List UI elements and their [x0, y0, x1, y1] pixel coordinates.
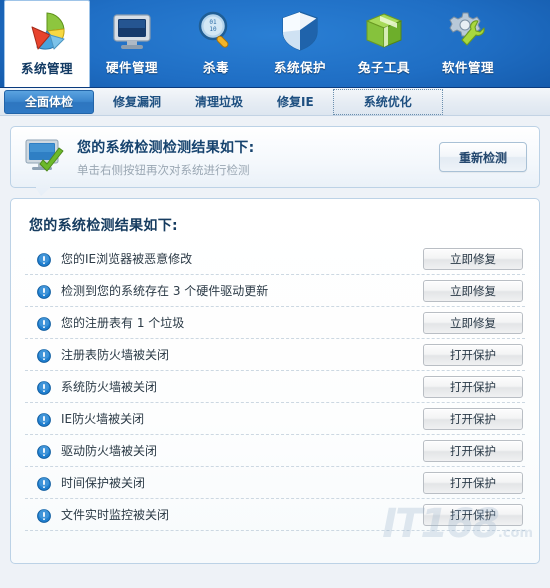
warning-info-icon — [37, 316, 51, 331]
result-row-text: 您的注册表有 1 个垃圾 — [61, 316, 185, 330]
result-row-action-button[interactable]: 立即修复 — [423, 311, 523, 334]
result-row-text: IE防火墙被关闭 — [61, 412, 145, 426]
toolbar-item-6[interactable]: 软件管理 — [426, 0, 510, 84]
green-box-icon — [361, 8, 407, 54]
svg-text:10: 10 — [209, 26, 217, 33]
monitor-check-icon — [23, 137, 67, 177]
gear-wrench-icon — [445, 8, 491, 54]
result-row-action-button[interactable]: 打开保护 — [423, 375, 523, 398]
toolbar-item-label: 系统管理 — [20, 61, 73, 76]
result-row-text: 文件实时监控被关闭 — [61, 508, 170, 522]
results-title: 您的系统检测结果如下: — [29, 218, 178, 234]
warning-info-icon — [37, 348, 51, 363]
toolbar-item-5[interactable]: 兔子工具 — [342, 0, 426, 84]
toolbar-item-label: 软件管理 — [441, 60, 494, 75]
warning-info-icon — [37, 284, 51, 299]
results-container: 您的系统检测结果如下: 您的IE浏览器被恶意修改 立即修复 检测到您的系统存在 3… — [0, 188, 550, 564]
toolbar-item-label: 系统保护 — [273, 60, 326, 75]
result-row: IE防火墙被关闭 打开保护 — [25, 403, 525, 435]
result-row-action-button[interactable]: 打开保护 — [423, 503, 523, 526]
svg-text:01: 01 — [209, 19, 217, 26]
result-row-text: 时间保护被关闭 — [61, 476, 146, 490]
result-row: 您的IE浏览器被恶意修改 立即修复 — [25, 243, 525, 275]
status-banner: 您的系统检测检测结果如下: 单击右侧按钮再次对系统进行检测 重新检测 — [10, 126, 540, 196]
banner-subtitle: 单击右侧按钮再次对系统进行检测 — [77, 162, 250, 177]
tab-2[interactable]: 修复漏洞 — [98, 91, 176, 113]
results-panel: 您的系统检测结果如下: 您的IE浏览器被恶意修改 立即修复 检测到您的系统存在 3… — [10, 198, 540, 564]
tab-1[interactable]: 全面体检 — [4, 89, 95, 114]
pie-chart-icon — [24, 9, 70, 55]
shield-icon — [277, 8, 323, 54]
result-row-text: 注册表防火墙被关闭 — [61, 348, 170, 362]
toolbar-item-list: 系统管理 硬件管理 01 10 杀毒 系统保护 兔子工具 软件管理 — [0, 0, 550, 88]
warning-info-icon — [37, 476, 51, 491]
result-row: 注册表防火墙被关闭 打开保护 — [25, 339, 525, 371]
result-row-action-button[interactable]: 打开保护 — [423, 471, 523, 494]
toolbar-item-label: 兔子工具 — [357, 60, 410, 75]
warning-info-icon — [37, 508, 51, 523]
main-toolbar: 系统管理 硬件管理 01 10 杀毒 系统保护 兔子工具 软件管理 — [0, 0, 550, 88]
toolbar-item-label: 硬件管理 — [105, 60, 158, 75]
magnifier-icon: 01 10 — [193, 8, 239, 54]
warning-info-icon — [37, 444, 51, 459]
toolbar-item-2[interactable]: 硬件管理 — [90, 0, 174, 84]
result-row-text: 系统防火墙被关闭 — [61, 380, 158, 394]
warning-info-icon — [37, 412, 51, 427]
result-row-text: 驱动防火墙被关闭 — [61, 444, 158, 458]
tab-4[interactable]: 修复IE — [262, 91, 329, 113]
monitor-icon — [109, 8, 155, 54]
result-row: 文件实时监控被关闭 打开保护 — [25, 499, 525, 531]
tab-5[interactable]: 系统优化 — [332, 88, 443, 115]
result-row: 系统防火墙被关闭 打开保护 — [25, 371, 525, 403]
result-row-text: 您的IE浏览器被恶意修改 — [61, 252, 193, 266]
toolbar-item-3[interactable]: 01 10 杀毒 — [174, 0, 258, 84]
tab-strip: 全面体检 修复漏洞 清理垃圾 修复IE 系统优化 — [0, 88, 550, 116]
tab-3[interactable]: 清理垃圾 — [180, 91, 258, 113]
toolbar-item-label: 杀毒 — [202, 60, 229, 75]
toolbar-item-4[interactable]: 系统保护 — [258, 0, 342, 84]
result-row-action-button[interactable]: 打开保护 — [423, 343, 523, 366]
result-row-action-button[interactable]: 打开保护 — [423, 407, 523, 430]
result-row: 驱动防火墙被关闭 打开保护 — [25, 435, 525, 467]
results-row-list: 您的IE浏览器被恶意修改 立即修复 检测到您的系统存在 3 个硬件驱动更新 立即修复… — [25, 243, 525, 531]
banner-text-block: 您的系统检测检测结果如下: 单击右侧按钮再次对系统进行检测 — [77, 137, 439, 178]
result-row: 检测到您的系统存在 3 个硬件驱动更新 立即修复 — [25, 275, 525, 307]
result-row-action-button[interactable]: 立即修复 — [423, 279, 523, 302]
banner-title: 您的系统检测检测结果如下: — [77, 139, 255, 156]
result-row-action-button[interactable]: 立即修复 — [423, 247, 523, 270]
rescan-button[interactable]: 重新检测 — [439, 142, 527, 172]
toolbar-item-1[interactable]: 系统管理 — [4, 0, 90, 88]
banner-container: 您的系统检测检测结果如下: 单击右侧按钮再次对系统进行检测 重新检测 — [0, 116, 550, 196]
result-row: 时间保护被关闭 打开保护 — [25, 467, 525, 499]
result-row: 您的注册表有 1 个垃圾 立即修复 — [25, 307, 525, 339]
result-row-action-button[interactable]: 打开保护 — [423, 439, 523, 462]
warning-info-icon — [37, 252, 51, 267]
result-row-text: 检测到您的系统存在 3 个硬件驱动更新 — [61, 284, 269, 298]
warning-info-icon — [37, 380, 51, 395]
